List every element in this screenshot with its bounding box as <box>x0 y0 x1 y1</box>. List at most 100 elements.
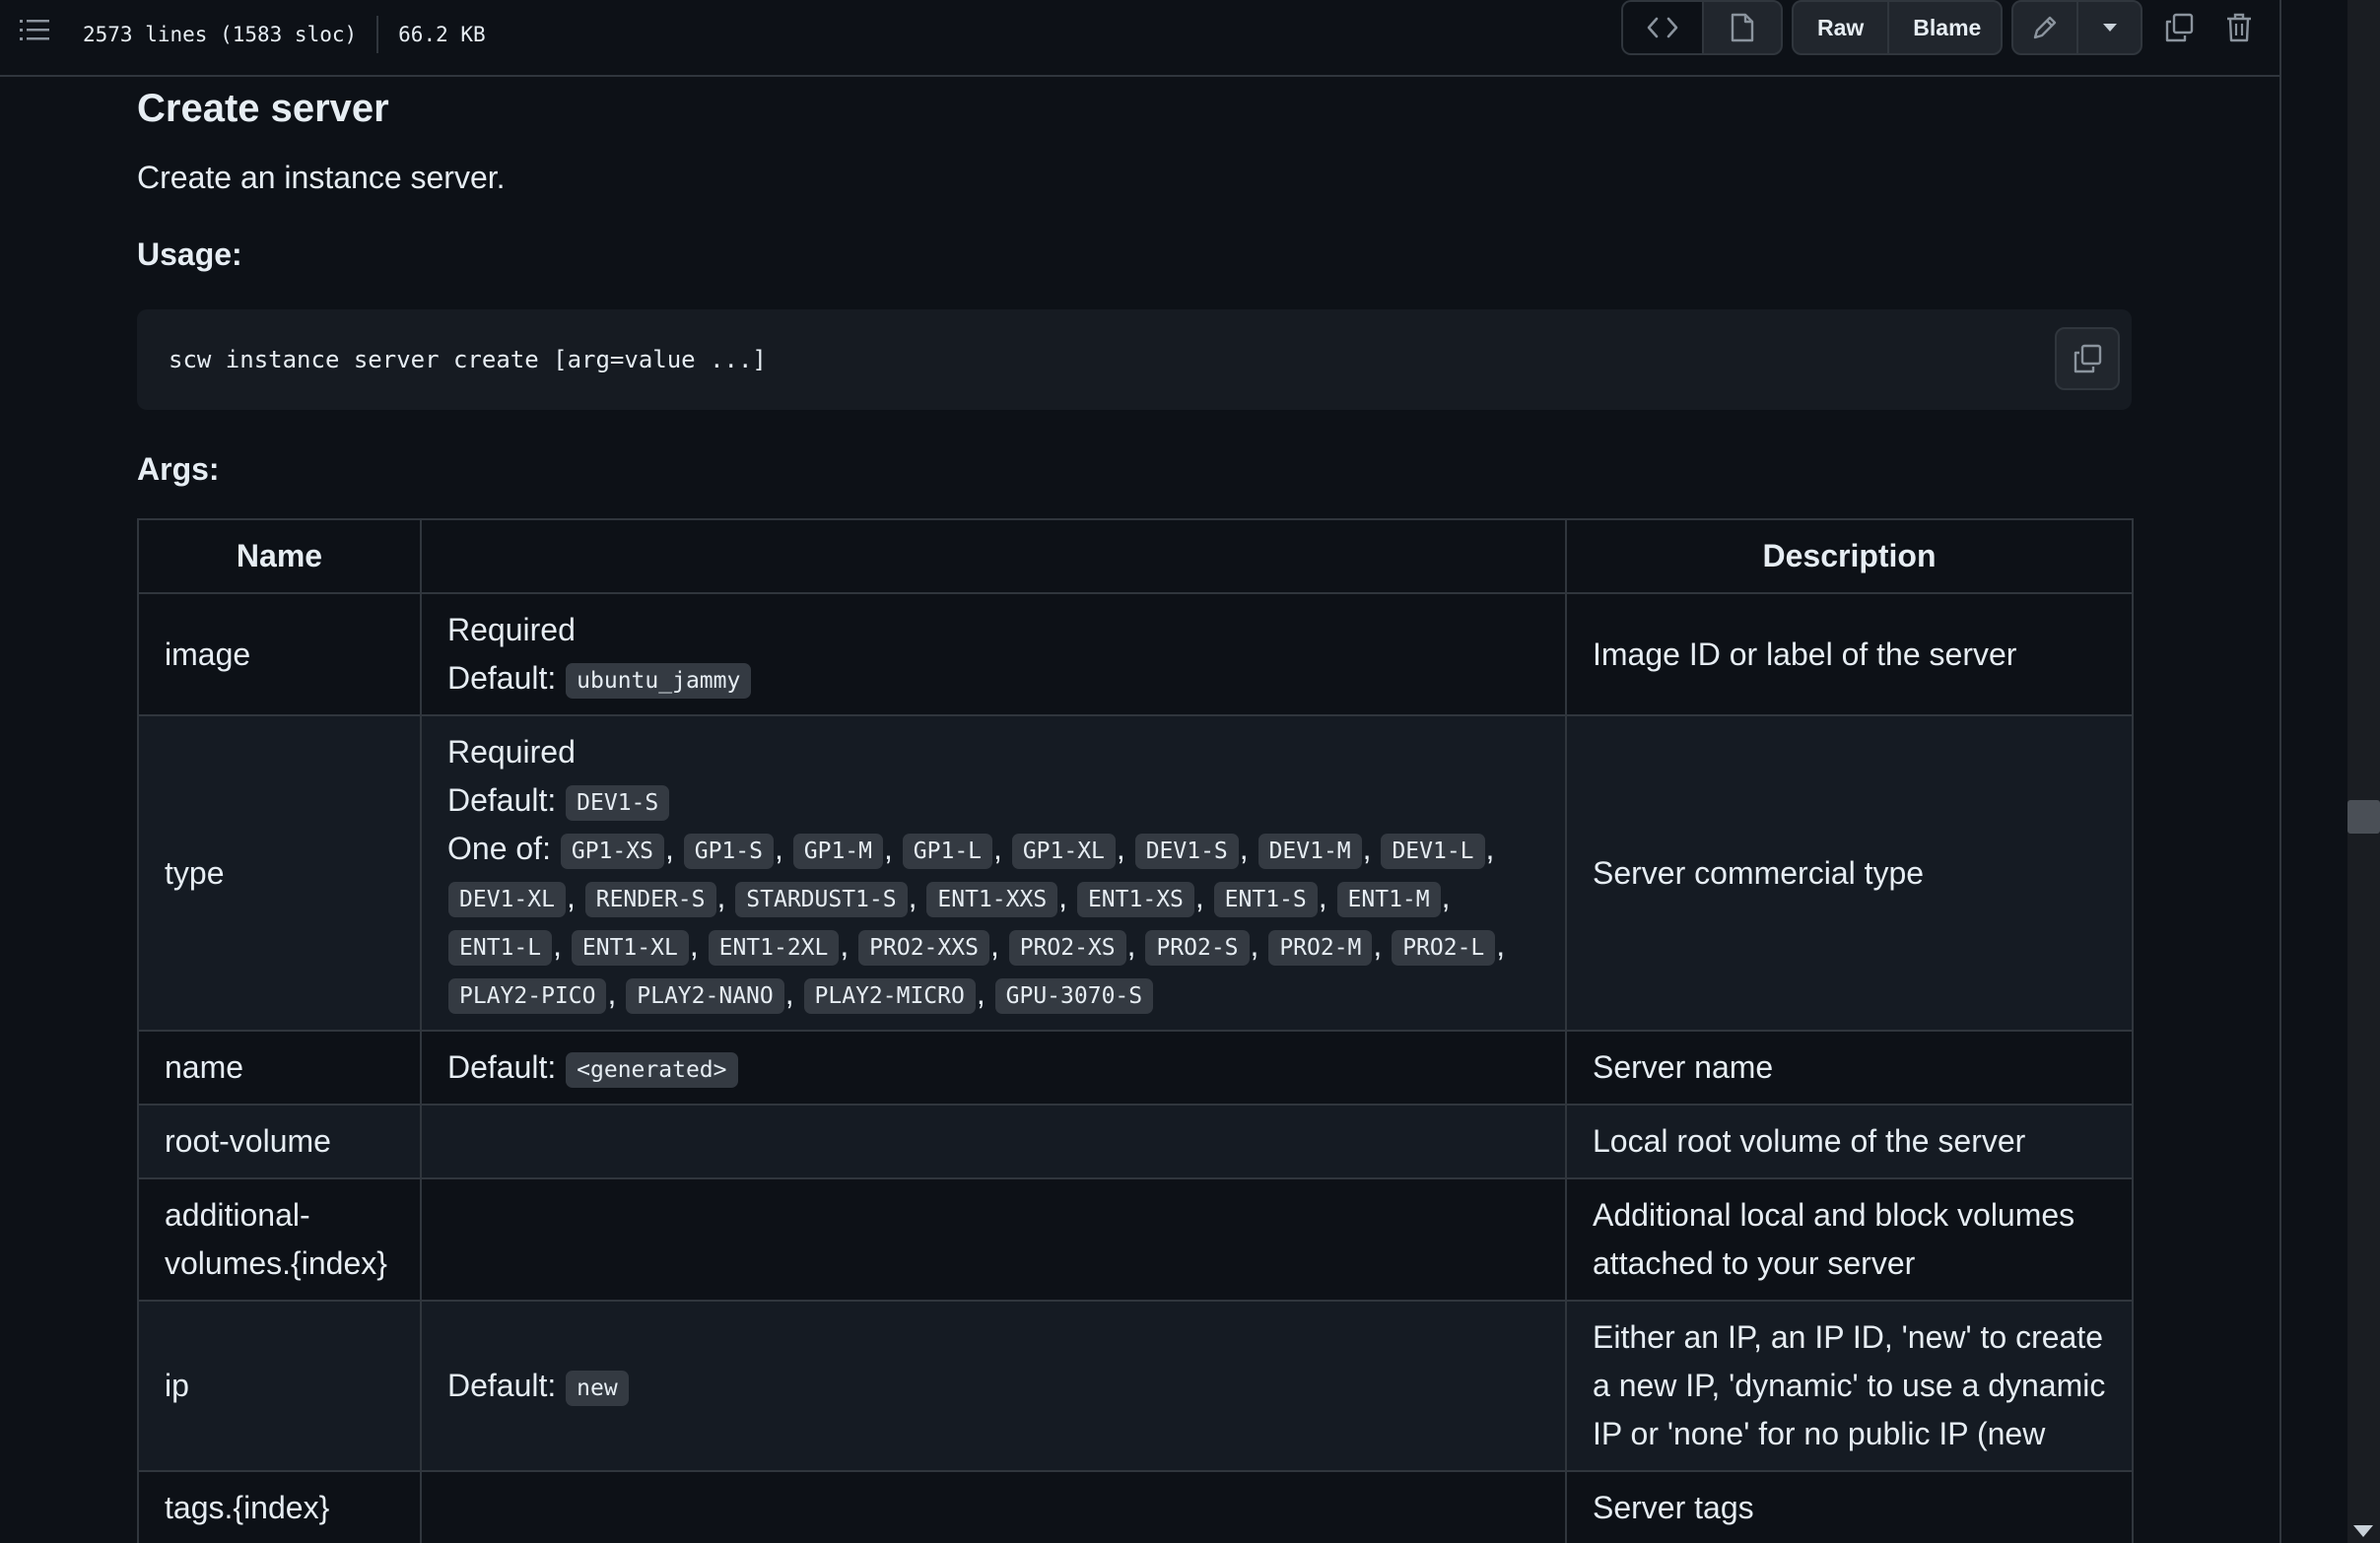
usage-code[interactable]: scw instance server create [arg=value ..… <box>169 342 767 377</box>
arg-name: image <box>137 592 422 716</box>
file-stats: 2573 lines (1583 sloc) 66.2 KB <box>83 16 486 53</box>
option-separator: , <box>1373 927 1392 963</box>
option-separator: , <box>1441 879 1451 914</box>
default-label: Default: <box>447 660 557 696</box>
arg-description: Image ID or label of the server <box>1565 592 2134 716</box>
option-separator: , <box>553 927 571 963</box>
scroll-down-arrow-icon[interactable] <box>2353 1525 2373 1537</box>
delete-file-button[interactable] <box>2217 6 2261 49</box>
type-option: DEV1-XL <box>448 881 566 917</box>
option-separator: , <box>1362 831 1381 866</box>
option-separator: , <box>993 831 1011 866</box>
arg-description: Additional local and block volumes attac… <box>1565 1177 2134 1302</box>
type-option: GP1-XL <box>1011 833 1116 869</box>
type-option: GP1-M <box>792 833 883 869</box>
table-row: ip Default: new Either an IP, an IP ID, … <box>137 1300 2134 1472</box>
stats-divider <box>376 16 379 53</box>
arg-name-line: additional- <box>165 1197 310 1233</box>
default-value: new <box>566 1370 629 1406</box>
blame-button[interactable]: Blame <box>1887 2 2001 53</box>
type-option: PRO2-L <box>1392 929 1496 966</box>
view-toggle <box>1621 0 1783 55</box>
usage-heading: Usage: <box>137 236 242 272</box>
content-border <box>2279 0 2281 1543</box>
option-separator: , <box>1194 879 1213 914</box>
option-separator: , <box>774 831 792 866</box>
one-of-label: One of: <box>447 831 551 866</box>
type-option: PRO2-S <box>1145 929 1250 966</box>
option-separator: , <box>607 975 626 1011</box>
raw-blame-group: Raw Blame <box>1792 0 2003 55</box>
pencil-icon <box>2034 16 2057 39</box>
option-separator: , <box>840 927 858 963</box>
copy-icon <box>2165 13 2194 42</box>
type-option: GPU-3070-S <box>994 977 1154 1014</box>
one-of-line: One of: GP1-XS, GP1-S, GP1-M, GP1-L, GP1… <box>447 825 1539 1018</box>
option-separator: , <box>1485 831 1495 866</box>
type-option: STARDUST1-S <box>735 881 908 917</box>
arg-name: tags.{index} <box>137 1470 422 1543</box>
required-label: Required <box>447 734 576 770</box>
type-option: ENT1-XXS <box>926 881 1058 917</box>
arg-description: Server commercial type <box>1565 714 2134 1032</box>
arg-name: root-volume <box>137 1104 422 1179</box>
option-separator: , <box>1058 879 1076 914</box>
type-option: PLAY2-MICRO <box>803 977 976 1014</box>
column-header-details <box>420 518 1567 594</box>
arg-name: ip <box>137 1300 422 1472</box>
arg-details <box>420 1104 1567 1179</box>
type-option: ENT1-2XL <box>708 929 840 966</box>
option-separator: , <box>884 831 902 866</box>
type-option: GP1-XS <box>560 833 664 869</box>
option-separator: , <box>1318 879 1336 914</box>
edit-options-button[interactable] <box>2076 2 2141 53</box>
code-view-button[interactable] <box>1623 2 1702 53</box>
table-row: type Required Default: DEV1-S One of: GP… <box>137 714 2134 1032</box>
section-heading: Create server <box>137 87 389 130</box>
arg-name-line: volumes.{index} <box>165 1245 387 1281</box>
type-option: DEV1-M <box>1258 833 1362 869</box>
scrollbar-thumb[interactable] <box>2347 800 2380 834</box>
option-separator: , <box>976 975 994 1011</box>
default-label: Default: <box>447 782 557 818</box>
table-row: tags.{index} Server tags <box>137 1470 2134 1543</box>
type-option: ENT1-L <box>448 929 553 966</box>
triangle-down-icon <box>2102 24 2117 32</box>
file-icon <box>1731 13 1754 42</box>
copy-raw-button[interactable] <box>2157 6 2201 49</box>
args-table: Name Description image Required Default:… <box>137 518 2134 1543</box>
type-option: DEV1-S <box>1134 833 1239 869</box>
markdown-body: Create server Create an instance server.… <box>137 77 2134 1543</box>
line-count: 2573 lines (1583 sloc) <box>83 23 358 46</box>
option-separator: , <box>1250 927 1268 963</box>
arg-name: type <box>137 714 422 1032</box>
code-icon <box>1647 17 1678 38</box>
default-line: Default: ubuntu_jammy <box>447 654 1539 703</box>
table-row: root-volume Local root volume of the ser… <box>137 1104 2134 1179</box>
copy-code-button[interactable] <box>2055 327 2120 390</box>
type-option: DEV1-L <box>1381 833 1485 869</box>
option-separator: , <box>1126 927 1145 963</box>
arg-details: Default: new <box>420 1300 1567 1472</box>
arg-name: additional- volumes.{index} <box>137 1177 422 1302</box>
arg-description: Local root volume of the server <box>1565 1104 2134 1179</box>
arg-description: Server name <box>1565 1030 2134 1106</box>
scrollbar[interactable] <box>2347 0 2380 1543</box>
option-separator: , <box>1239 831 1258 866</box>
option-separator: , <box>566 879 584 914</box>
default-value: ubuntu_jammy <box>566 662 752 699</box>
table-row: additional- volumes.{index} Additional l… <box>137 1177 2134 1302</box>
option-separator: , <box>716 879 735 914</box>
arg-details <box>420 1177 1567 1302</box>
one-of-values: GP1-XS, GP1-S, GP1-M, GP1-L, GP1-XL, DEV… <box>447 831 1505 1014</box>
raw-button[interactable]: Raw <box>1794 2 1887 53</box>
arg-details: Required Default: ubuntu_jammy <box>420 592 1567 716</box>
type-option: ENT1-XS <box>1076 881 1194 917</box>
preview-view-button[interactable] <box>1702 2 1781 53</box>
type-option: RENDER-S <box>584 881 716 917</box>
type-option: GP1-S <box>683 833 774 869</box>
arg-details: Required Default: DEV1-S One of: GP1-XS,… <box>420 714 1567 1032</box>
edit-file-button[interactable] <box>2013 2 2076 53</box>
list-icon[interactable] <box>20 18 49 43</box>
edit-group <box>2011 0 2142 55</box>
